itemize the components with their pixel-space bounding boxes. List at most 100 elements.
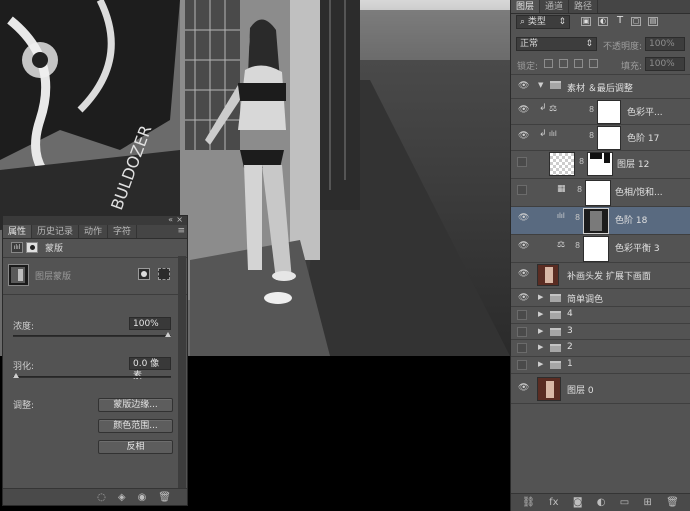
- layer-thumbnail[interactable]: [537, 377, 561, 401]
- density-input[interactable]: 100%: [129, 317, 171, 330]
- new-layer-icon[interactable]: ⊞: [644, 497, 652, 508]
- eye-icon[interactable]: 👁: [518, 213, 529, 223]
- visibility-toggle[interactable]: [517, 157, 527, 167]
- layer-mask-thumbnail[interactable]: [597, 126, 621, 150]
- layer-name[interactable]: 色彩平衡 3: [615, 241, 660, 254]
- link-layers-icon[interactable]: ⛓: [522, 497, 535, 508]
- visibility-toggle[interactable]: [517, 185, 527, 195]
- eye-icon[interactable]: 👁: [518, 383, 529, 393]
- fill-input[interactable]: 100%: [645, 57, 685, 71]
- eye-icon[interactable]: 👁: [518, 105, 529, 115]
- layer-row[interactable]: ▶ 3: [511, 324, 690, 340]
- filter-smart-object-icon[interactable]: ▤: [648, 17, 658, 26]
- lock-position-icon[interactable]: [574, 59, 583, 68]
- layer-name[interactable]: 简单调色: [567, 292, 603, 305]
- new-adjustment-icon[interactable]: ◐: [597, 497, 606, 508]
- eye-icon[interactable]: 👁: [518, 293, 529, 303]
- layer-mask-thumbnail[interactable]: [597, 100, 621, 124]
- layer-mask-thumbnail[interactable]: [583, 236, 609, 262]
- feather-slider-knob[interactable]: [13, 373, 19, 378]
- layer-name[interactable]: 图层 0: [567, 383, 594, 396]
- layer-row[interactable]: 👁 ↲ ⚖ 8 色彩平...: [511, 99, 690, 125]
- expand-arrow-icon[interactable]: ▼: [538, 81, 543, 89]
- properties-scrollbar[interactable]: [178, 256, 186, 492]
- layer-row[interactable]: 👁 补画头发 扩展下画面: [511, 263, 690, 289]
- layer-name[interactable]: 1: [567, 359, 573, 369]
- lock-pixels-icon[interactable]: [559, 59, 568, 68]
- link-icon[interactable]: 8: [577, 185, 582, 194]
- collapse-icon[interactable]: «: [168, 215, 173, 224]
- layer-name[interactable]: 3: [567, 326, 573, 336]
- layer-thumbnail[interactable]: [537, 264, 559, 286]
- filter-pixel-icon[interactable]: ▣: [581, 17, 591, 26]
- vector-mask-icon[interactable]: [158, 268, 170, 280]
- expand-arrow-icon[interactable]: ▶: [538, 343, 543, 351]
- visibility-toggle[interactable]: [517, 310, 527, 320]
- link-icon[interactable]: 8: [589, 131, 594, 140]
- opacity-input[interactable]: 100%: [645, 37, 685, 51]
- expand-arrow-icon[interactable]: ▶: [538, 293, 543, 301]
- layer-row[interactable]: 👁 ⚖ 8 色彩平衡 3: [511, 235, 690, 263]
- lock-all-icon[interactable]: [589, 59, 598, 68]
- tab-history[interactable]: 历史记录: [32, 225, 80, 238]
- layer-row-selected[interactable]: 👁 ılıl 8 色阶 18: [511, 207, 690, 235]
- layer-name[interactable]: 2: [567, 342, 573, 352]
- tab-actions[interactable]: 动作: [79, 225, 109, 238]
- visibility-toggle[interactable]: [517, 327, 527, 337]
- layer-mask-thumbnail[interactable]: [587, 152, 613, 176]
- eye-icon[interactable]: 👁: [518, 131, 529, 141]
- filter-type-icon[interactable]: T: [615, 16, 625, 26]
- tab-paths[interactable]: 路径: [569, 0, 599, 13]
- panel-titlebar[interactable]: « ×: [3, 215, 187, 225]
- layer-name[interactable]: 色相/饱和...: [615, 185, 663, 198]
- color-range-button[interactable]: 颜色范围...: [98, 419, 173, 433]
- visibility-toggle[interactable]: [517, 343, 527, 353]
- eye-icon[interactable]: 👁: [518, 241, 529, 251]
- eye-icon[interactable]: 👁: [518, 81, 529, 91]
- layer-name[interactable]: 4: [567, 309, 573, 319]
- filter-shape-icon[interactable]: ▢: [631, 17, 641, 26]
- layer-row[interactable]: 👁 图层 0: [511, 374, 690, 404]
- new-group-icon[interactable]: ▭: [620, 497, 629, 508]
- eye-icon[interactable]: 👁: [518, 269, 529, 279]
- density-slider-knob[interactable]: [165, 332, 171, 337]
- layer-name[interactable]: 补画头发 扩展下画面: [567, 269, 651, 282]
- link-icon[interactable]: 8: [575, 241, 580, 250]
- layer-row[interactable]: 👁 ↲ ılıl 8 色阶 17: [511, 125, 690, 151]
- tab-layers[interactable]: 图层: [511, 0, 541, 13]
- filter-adjustment-icon[interactable]: ◐: [598, 17, 608, 26]
- mask-edge-button[interactable]: 蒙版边缘...: [98, 398, 173, 412]
- lock-transparent-icon[interactable]: [544, 59, 553, 68]
- add-mask-icon[interactable]: ◙: [573, 497, 583, 508]
- layer-name[interactable]: 色彩平...: [627, 105, 663, 118]
- layer-thumbnail[interactable]: [549, 152, 575, 176]
- feather-slider[interactable]: [13, 373, 171, 378]
- layer-name[interactable]: 图层 12: [617, 157, 649, 170]
- layer-row[interactable]: 👁 ▼ 素材 ＆最后调整: [511, 75, 690, 99]
- layer-name[interactable]: 素材 ＆最后调整: [567, 81, 633, 94]
- toggle-mask-icon[interactable]: ◉: [138, 492, 147, 503]
- layer-row[interactable]: ▶ 1: [511, 357, 690, 374]
- link-icon[interactable]: 8: [579, 157, 584, 166]
- layer-row[interactable]: 👁 ▶ 简单调色: [511, 289, 690, 307]
- close-icon[interactable]: ×: [176, 215, 183, 224]
- mask-icon[interactable]: [26, 241, 38, 253]
- levels-icon[interactable]: ılıl: [11, 241, 23, 253]
- layer-row[interactable]: 8 图层 12: [511, 151, 690, 179]
- expand-arrow-icon[interactable]: ▶: [538, 360, 543, 368]
- fx-icon[interactable]: fx: [549, 497, 558, 508]
- invert-button[interactable]: 反相: [98, 440, 173, 454]
- expand-arrow-icon[interactable]: ▶: [538, 310, 543, 318]
- pixel-mask-icon[interactable]: [138, 268, 150, 280]
- layer-row[interactable]: ▶ 2: [511, 340, 690, 357]
- tab-channels[interactable]: 通道: [540, 0, 570, 13]
- tab-character[interactable]: 字符: [108, 225, 138, 238]
- feather-input[interactable]: 0.0 像素: [129, 357, 171, 381]
- expand-arrow-icon[interactable]: ▶: [538, 327, 543, 335]
- layer-row[interactable]: ▶ 4: [511, 307, 690, 324]
- visibility-toggle[interactable]: [517, 360, 527, 370]
- load-selection-icon[interactable]: ◌: [97, 492, 106, 503]
- delete-mask-icon[interactable]: 🗑: [158, 492, 171, 503]
- panel-menu-icon[interactable]: ≡: [177, 225, 185, 237]
- apply-mask-icon[interactable]: ◈: [118, 492, 126, 503]
